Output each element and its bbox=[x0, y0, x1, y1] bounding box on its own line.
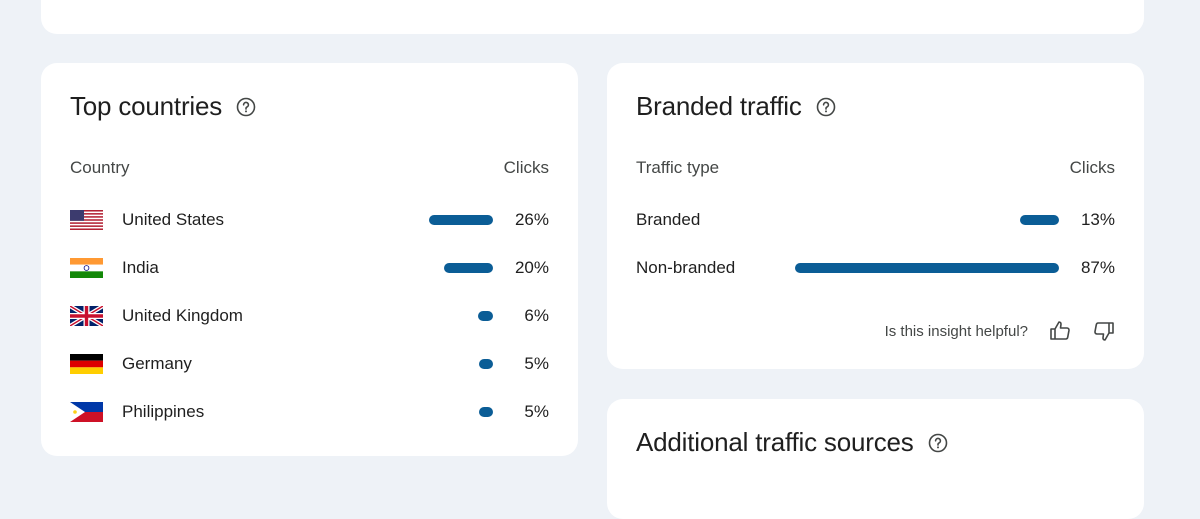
country-label: United Kingdom bbox=[122, 306, 243, 325]
bar-track bbox=[255, 311, 493, 321]
clicks-value: 5% bbox=[524, 354, 549, 373]
bar-track bbox=[204, 359, 493, 369]
traffic-type-label: Non-branded bbox=[636, 258, 736, 277]
clicks-value: 26% bbox=[514, 210, 549, 229]
column-header-clicks: Clicks bbox=[1069, 158, 1115, 177]
clicks-value: 5% bbox=[524, 402, 549, 421]
card-title: Top countries bbox=[70, 91, 223, 121]
clicks-bar bbox=[478, 311, 493, 321]
traffic-row: Branded 13% bbox=[636, 206, 1115, 234]
country-row: Philippines 5% bbox=[70, 398, 549, 426]
bar-track bbox=[747, 263, 1059, 273]
country-row: Germany 5% bbox=[70, 350, 549, 378]
help-circle-icon[interactable] bbox=[816, 97, 836, 117]
clicks-bar bbox=[479, 359, 493, 369]
card-title-row: Branded traffic bbox=[636, 91, 836, 122]
thumbs-down-icon[interactable] bbox=[1092, 319, 1116, 343]
top-partial-card bbox=[41, 0, 1144, 34]
bar-track bbox=[171, 263, 493, 273]
clicks-bar bbox=[479, 407, 493, 417]
help-circle-icon[interactable] bbox=[928, 433, 948, 453]
de-flag-icon bbox=[70, 354, 103, 374]
bar-track bbox=[236, 215, 493, 225]
column-header-country: Country bbox=[70, 158, 130, 177]
country-label: Germany bbox=[122, 354, 192, 373]
country-label: India bbox=[122, 258, 159, 277]
clicks-bar bbox=[429, 215, 493, 225]
clicks-bar bbox=[795, 263, 1059, 273]
bar-track bbox=[712, 215, 1059, 225]
additional-traffic-sources-card: Additional traffic sources bbox=[607, 399, 1144, 519]
in-flag-icon bbox=[70, 258, 103, 278]
card-title-row: Additional traffic sources bbox=[636, 427, 948, 458]
clicks-bar bbox=[443, 263, 493, 273]
branded-traffic-card: Branded traffic Traffic type Clicks Bran… bbox=[607, 63, 1144, 369]
thumbs-up-icon[interactable] bbox=[1048, 319, 1072, 343]
us-flag-icon bbox=[70, 210, 103, 230]
clicks-bar bbox=[1019, 215, 1059, 225]
gb-flag-icon bbox=[70, 306, 103, 326]
card-title: Additional traffic sources bbox=[636, 427, 914, 457]
country-row: United States 26% bbox=[70, 206, 549, 234]
country-label: United States bbox=[122, 210, 225, 229]
traffic-type-label: Branded bbox=[636, 210, 701, 229]
feedback-prompt: Is this insight helpful? bbox=[884, 322, 1028, 340]
clicks-value: 13% bbox=[1080, 210, 1115, 229]
country-label: Philippines bbox=[122, 402, 205, 421]
ph-flag-icon bbox=[70, 402, 103, 422]
help-circle-icon[interactable] bbox=[236, 97, 256, 117]
insight-feedback: Is this insight helpful? bbox=[885, 319, 1116, 343]
column-header-clicks: Clicks bbox=[503, 158, 549, 177]
column-header-traffic-type: Traffic type bbox=[636, 158, 720, 177]
card-title-row: Top countries bbox=[70, 91, 256, 122]
card-title: Branded traffic bbox=[636, 91, 802, 121]
top-countries-card: Top countries Country Clicks United Stat… bbox=[41, 63, 578, 456]
clicks-value: 87% bbox=[1080, 258, 1115, 277]
country-row: United Kingdom 6% bbox=[70, 302, 549, 330]
clicks-value: 6% bbox=[524, 306, 549, 325]
traffic-row: Non-branded 87% bbox=[636, 254, 1115, 282]
country-row: India 20% bbox=[70, 254, 549, 282]
clicks-value: 20% bbox=[514, 258, 549, 277]
bar-track bbox=[216, 407, 493, 417]
